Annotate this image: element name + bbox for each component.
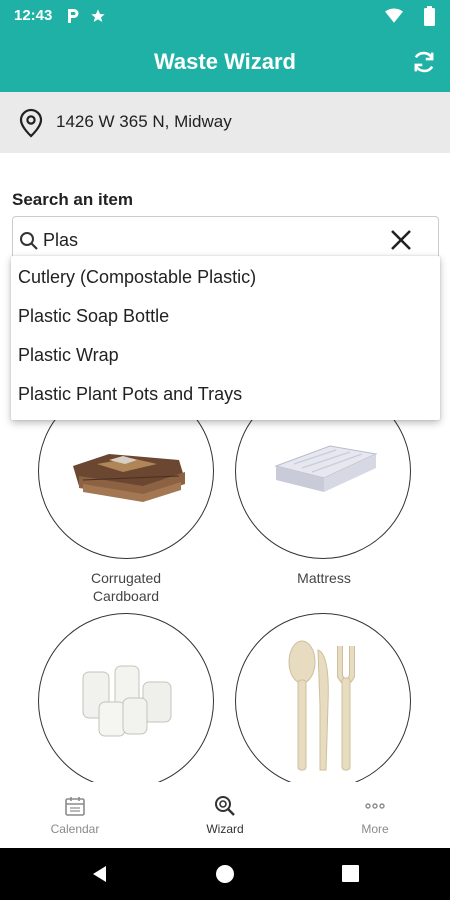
address-bar[interactable]: 1426 W 365 N, Midway (0, 92, 450, 153)
tile-label-line2: Cardboard (92, 588, 160, 604)
home-icon[interactable] (215, 864, 235, 884)
status-time: 12:43 (14, 7, 53, 24)
nav-more[interactable]: More (300, 782, 450, 848)
star-icon (91, 9, 105, 22)
app-title: Waste Wizard (153, 49, 296, 74)
calendar-icon (65, 797, 85, 816)
recents-icon[interactable] (342, 865, 359, 882)
nav-calendar[interactable]: Calendar (0, 782, 150, 848)
nav-wizard[interactable]: Wizard (150, 782, 300, 848)
nav-label-calendar: Calendar (50, 822, 100, 836)
tile-label-line1: Corrugated (90, 570, 162, 586)
refresh-icon[interactable] (410, 48, 438, 76)
wizard-search-icon (215, 796, 235, 816)
tile-label-mattress: Mattress (297, 570, 351, 586)
battery-icon (424, 6, 435, 26)
suggestion-item[interactable]: Plastic Wrap (18, 345, 119, 366)
location-pin-icon (19, 108, 43, 138)
search-suggestions: Cutlery (Compostable Plastic) Plastic So… (11, 256, 440, 420)
tile-label-cardboard: Corrugated Cardboard (26, 569, 226, 605)
wifi-icon (385, 8, 403, 23)
nav-label-wizard: Wizard (206, 822, 244, 836)
back-icon[interactable] (90, 864, 110, 884)
tile-image-glass-jars (38, 613, 214, 789)
compostable-cutlery-image (288, 640, 355, 771)
search-icon (20, 232, 38, 250)
status-bar: 12:43 (0, 0, 450, 32)
close-icon[interactable] (390, 229, 412, 251)
parking-icon (68, 9, 79, 23)
nav-label-more: More (361, 822, 389, 836)
address-text: 1426 W 365 N, Midway (56, 112, 232, 131)
tile-image-cutlery (235, 613, 411, 789)
more-dots-icon (365, 803, 385, 809)
glass-jars-image (82, 665, 172, 737)
suggestion-item[interactable]: Plastic Plant Pots and Trays (18, 384, 242, 405)
system-nav-bar (0, 848, 450, 900)
suggestion-item[interactable]: Cutlery (Compostable Plastic) (18, 267, 256, 288)
search-label: Search an item (12, 190, 133, 209)
suggestion-item[interactable]: Plastic Soap Bottle (18, 306, 169, 327)
search-value: Plas (43, 230, 79, 250)
app-bar: Waste Wizard (0, 32, 450, 92)
bottom-nav: Calendar Wizard More (0, 782, 450, 848)
